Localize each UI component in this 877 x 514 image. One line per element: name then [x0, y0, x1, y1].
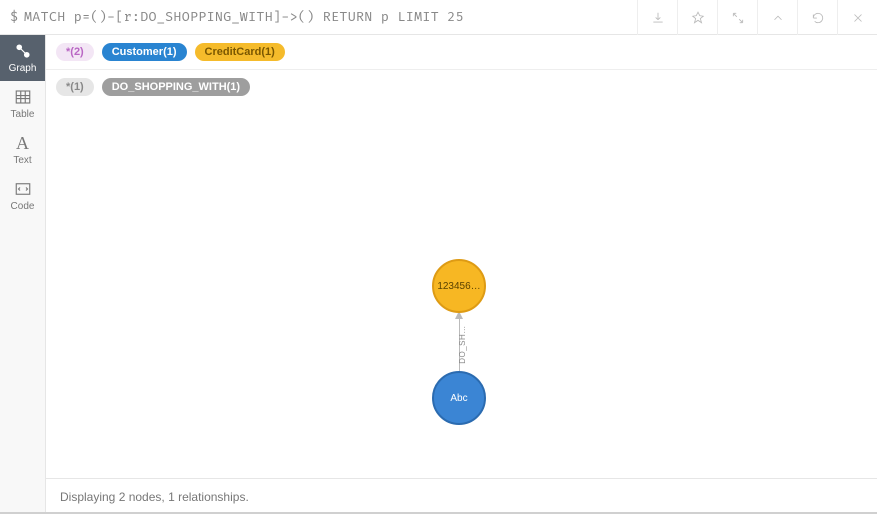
graph-icon [14, 42, 32, 60]
sidebar-label: Code [11, 201, 35, 212]
query-bar[interactable]: $ MATCH p=()-[r:DO_SHOPPING_WITH]->() RE… [0, 9, 637, 25]
tag-creditcard[interactable]: CreditCard(1) [195, 43, 285, 61]
header: $ MATCH p=()-[r:DO_SHOPPING_WITH]->() RE… [0, 0, 877, 35]
download-button[interactable] [637, 0, 677, 35]
main: *(2) Customer(1) CreditCard(1) *(1) DO_S… [46, 35, 877, 514]
node-creditcard[interactable]: 123456… [432, 259, 486, 313]
content: Graph Table A Text Code *(2) Customer(1)… [0, 35, 877, 514]
expand-icon [731, 11, 745, 25]
table-icon [14, 88, 32, 106]
sidebar-label: Table [11, 109, 35, 120]
sidebar-item-text[interactable]: A Text [0, 127, 45, 173]
close-button[interactable] [837, 0, 877, 35]
sidebar: Graph Table A Text Code [0, 35, 46, 514]
sidebar-item-table[interactable]: Table [0, 81, 45, 127]
download-icon [651, 11, 665, 25]
footer: Displaying 2 nodes, 1 relationships. [46, 478, 877, 514]
collapse-up-button[interactable] [757, 0, 797, 35]
text-icon: A [16, 134, 29, 152]
sidebar-item-graph[interactable]: Graph [0, 35, 45, 81]
close-icon [851, 11, 865, 25]
query-prompt: $ [10, 9, 18, 25]
code-icon [14, 180, 32, 198]
rel-tags-row: *(1) DO_SHOPPING_WITH(1) [46, 70, 877, 104]
pin-icon [691, 11, 705, 25]
graph-canvas[interactable]: DO_SH… 123456… Abc [46, 104, 877, 478]
tag-customer[interactable]: Customer(1) [102, 43, 187, 61]
pin-button[interactable] [677, 0, 717, 35]
chevron-up-icon [771, 11, 785, 25]
expand-button[interactable] [717, 0, 757, 35]
query-text: MATCH p=()-[r:DO_SHOPPING_WITH]->() RETU… [24, 9, 464, 25]
refresh-button[interactable] [797, 0, 837, 35]
sidebar-item-code[interactable]: Code [0, 173, 45, 219]
node-customer[interactable]: Abc [432, 371, 486, 425]
node-tags-row: *(2) Customer(1) CreditCard(1) [46, 35, 877, 70]
tag-all-rels[interactable]: *(1) [56, 78, 94, 96]
node-label: Abc [450, 393, 467, 404]
status-text: Displaying 2 nodes, 1 relationships. [60, 490, 249, 504]
node-label: 123456… [437, 281, 480, 292]
tag-do-shopping-with[interactable]: DO_SHOPPING_WITH(1) [102, 78, 250, 96]
header-actions [637, 0, 877, 34]
sidebar-label: Graph [9, 63, 37, 74]
tag-all-nodes[interactable]: *(2) [56, 43, 94, 61]
refresh-icon [811, 11, 825, 25]
graph-edge-label: DO_SH… [458, 325, 467, 364]
sidebar-label: Text [13, 155, 31, 166]
